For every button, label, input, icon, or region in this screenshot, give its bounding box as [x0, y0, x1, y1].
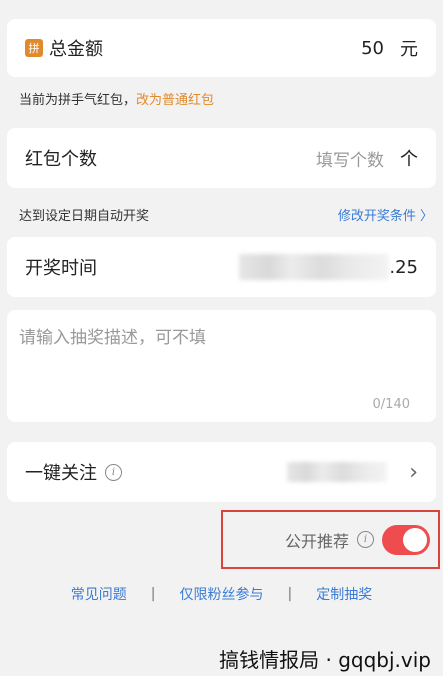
amount-value[interactable]: 50 [361, 38, 384, 59]
footer-links: 常见问题 | 仅限粉丝参与 | 定制抽奖 [0, 584, 443, 604]
count-label: 红包个数 [25, 149, 97, 170]
highlight-box [221, 510, 440, 569]
draw-time-suffix: .25 [389, 256, 418, 278]
faq-link[interactable]: 常见问题 [71, 584, 127, 604]
draw-condition-text: 达到设定日期自动开奖 [19, 209, 150, 224]
footer-separator: | [287, 586, 293, 602]
packet-type-text: 当前为拼手气红包， [19, 93, 137, 108]
modify-draw-condition-link[interactable]: 修改开奖条件 〉 [338, 205, 433, 224]
watermark: 搞钱情报局 · gqqbj.vip [219, 648, 431, 672]
chevron-right-icon[interactable]: › [409, 460, 418, 485]
info-icon[interactable]: i [105, 463, 122, 481]
draw-time-card[interactable]: 开奖时间 .25 [7, 237, 436, 297]
switch-normal-packet-link[interactable]: 改为普通红包 [136, 93, 214, 108]
description-card[interactable]: 请输入抽奖描述，可不填 0/140 [7, 310, 436, 422]
draw-time-label: 开奖时间 [25, 258, 97, 279]
count-unit: 个 [400, 149, 418, 170]
amount-card[interactable]: 拼 总金额 50 元 [7, 19, 436, 77]
draw-time-blurred-value [239, 254, 390, 280]
count-card[interactable]: 红包个数 填写个数 个 [7, 128, 436, 188]
packet-type-hint: 当前为拼手气红包，改为普通红包 [19, 89, 214, 108]
fans-only-link[interactable]: 仅限粉丝参与 [180, 584, 264, 604]
description-counter: 0/140 [372, 397, 410, 412]
pin-badge-icon: 拼 [25, 39, 43, 57]
custom-draw-link[interactable]: 定制抽奖 [316, 584, 372, 604]
footer-separator: | [150, 586, 156, 602]
description-input[interactable]: 请输入抽奖描述，可不填 [19, 323, 206, 348]
amount-unit: 元 [400, 39, 418, 60]
follow-blurred-value [287, 462, 388, 482]
follow-label: 一键关注 [25, 463, 97, 484]
count-input[interactable]: 填写个数 [316, 146, 384, 171]
follow-card[interactable]: 一键关注 i › [7, 442, 436, 502]
amount-label: 总金额 [49, 39, 103, 60]
